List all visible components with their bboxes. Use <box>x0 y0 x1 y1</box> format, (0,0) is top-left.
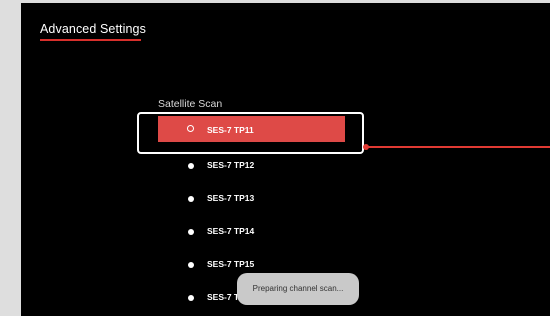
satellite-item-label: SES-7 TP13 <box>207 193 255 203</box>
satellite-item-tp12[interactable]: SES-7 TP12 <box>158 154 363 178</box>
satellite-item-tp13[interactable]: SES-7 TP13 <box>158 187 363 211</box>
satellite-item-label: SES-7 TP12 <box>207 160 255 170</box>
section-heading: Satellite Scan <box>158 98 223 110</box>
toast-notification: Preparing channel scan... <box>237 273 359 305</box>
radio-dot-icon <box>188 229 194 235</box>
title-underline <box>40 39 141 41</box>
focus-frame <box>137 112 364 154</box>
pointer-line <box>367 146 550 148</box>
page-title: Advanced Settings <box>40 22 146 36</box>
satellite-item-tp14[interactable]: SES-7 TP14 <box>158 220 363 244</box>
radio-dot-icon <box>188 163 194 169</box>
left-bezel <box>0 0 21 316</box>
satellite-item-label: SES-7 TP14 <box>207 226 255 236</box>
satellite-item-label: SES-7 TP15 <box>207 259 255 269</box>
tv-screen: Advanced Settings Satellite Scan SES-7 T… <box>21 3 550 316</box>
radio-dot-icon <box>188 196 194 202</box>
radio-dot-icon <box>188 262 194 268</box>
radio-dot-icon <box>188 295 194 301</box>
